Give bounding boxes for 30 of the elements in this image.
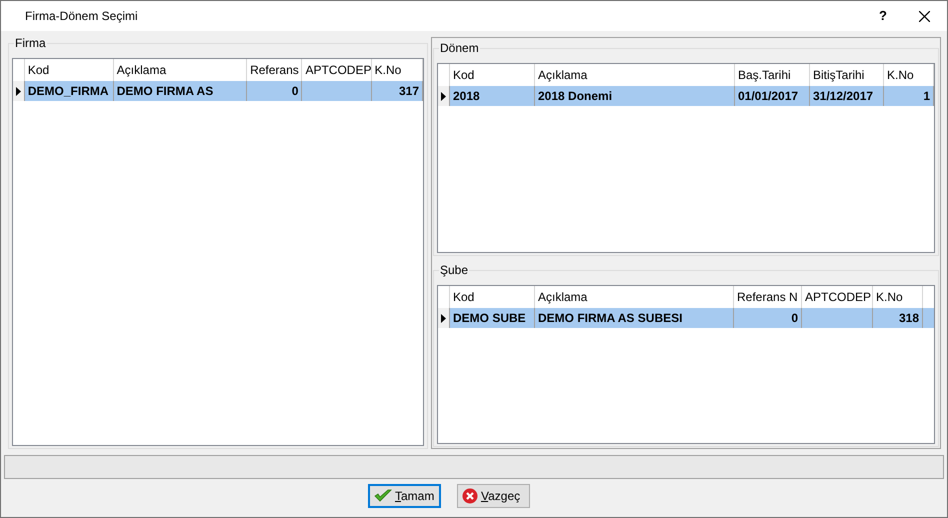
cancel-icon: [462, 488, 478, 504]
ok-button[interactable]: Tamam: [368, 484, 441, 508]
table-cell-text: 01/01/2017: [738, 88, 798, 105]
table-cell-text: 0: [791, 310, 798, 327]
table-cell-text: 2018: [453, 88, 480, 105]
row-pointer-icon: [441, 314, 446, 322]
check-icon: [374, 489, 392, 503]
table-row[interactable]: DEMO SUBE DEMO FIRMA AS SUBESI 0 318: [438, 308, 934, 328]
window-title: Firma-Dönem Seçimi: [25, 8, 139, 25]
data-grid[interactable]: Kod Açıklama Referans N APTCODEP K.No DEMO SUBE DEMO FIRMA AS SUBESI 0 318: [437, 285, 935, 444]
data-grid[interactable]: Kod Açıklama Baş.Tarihi BitişTarihi K.No 2018 2018 Donemi 01/01/2017 31/12/2017 1: [437, 63, 935, 253]
cancel-button[interactable]: Vazgeç: [457, 484, 530, 508]
table-row[interactable]: DEMO_FIRMA DEMO FIRMA AS 0 317: [13, 81, 423, 101]
table-cell-text: DEMO FIRMA AS SUBESI: [538, 310, 682, 327]
row-pointer-icon: [441, 92, 446, 100]
table-cell-text: 2018 Donemi: [538, 88, 612, 105]
table-cell-text: 318: [898, 310, 919, 327]
table-cell-text: 1: [923, 88, 930, 105]
table-cell-text: 0: [292, 83, 298, 100]
help-button[interactable]: ?: [865, 1, 901, 31]
table-cell-text: DEMO SUBE: [453, 310, 526, 327]
data-grid[interactable]: Kod Açıklama Referans APTCODEP K.No DEMO_FIRMA DEMO FIRMA AS 0 317: [12, 58, 424, 446]
table-row[interactable]: 2018 2018 Donemi 01/01/2017 31/12/2017 1: [438, 86, 934, 106]
close-icon: [918, 10, 930, 22]
group-title: Şube: [439, 262, 470, 278]
table-cell-text: DEMO_FIRMA: [28, 83, 109, 100]
table-cell-text: 31/12/2017: [813, 88, 874, 105]
table-cell-text: 317: [398, 83, 420, 100]
table-cell-text: DEMO FIRMA AS: [116, 83, 214, 100]
row-pointer-icon: [16, 86, 21, 96]
